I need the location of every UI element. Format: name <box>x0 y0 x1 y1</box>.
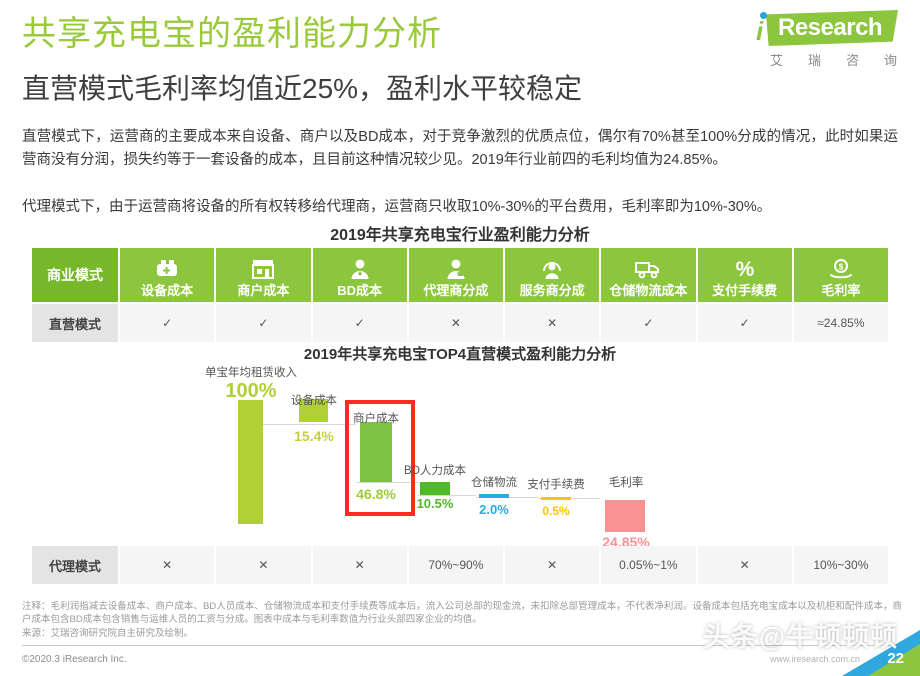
section-title: 2019年共享充电宝行业盈利能力分析 <box>330 227 590 244</box>
table-header-label: 商户成本 <box>237 283 290 298</box>
cell-agent-merchant: ✕ <box>216 546 313 584</box>
page-number: 22 <box>887 650 904 667</box>
truck-icon <box>634 256 662 282</box>
table-header-label: 仓储物流成本 <box>609 283 688 298</box>
table-header-payment-fee: % 支付手续费 <box>697 248 794 302</box>
table-header-gross-margin: $ 毛利率 <box>793 248 888 302</box>
footnote-source: 来源：艾瑞咨询研究院自主研究及绘制。 <box>22 628 194 639</box>
cell-agent-logistics: 0.05%~1% <box>601 546 698 584</box>
table-header-label: 支付手续费 <box>712 283 778 298</box>
page-subtitle: 直营模式毛利率均值近25%，盈利水平较稳定 <box>22 73 583 104</box>
hand-money-icon: $ <box>828 256 854 282</box>
page-title: 共享充电宝的盈利能力分析 <box>22 15 442 53</box>
bar-label-rental-revenue: 单宝年均租赁收入 <box>205 367 297 379</box>
cell-direct-service: ✕ <box>505 304 602 342</box>
table-header-merchant-cost: 商户成本 <box>216 248 313 302</box>
bar-rental-revenue <box>238 400 263 524</box>
bar-value-device-cost: 15.4% <box>294 428 334 444</box>
person-agent-icon <box>445 256 467 282</box>
cell-agent-service: ✕ <box>505 546 602 584</box>
logo-chinese-name: 艾 瑞 咨 询 <box>770 50 898 69</box>
row-label-agent-mode: 代理模式 <box>32 546 120 584</box>
logo-cn-char-1: 瑞 <box>807 53 822 68</box>
cell-direct-payment: ✓ <box>698 304 794 342</box>
shop-icon <box>251 256 275 282</box>
iresearch-logo: i Research 艾 瑞 咨 询 <box>748 8 898 68</box>
paragraph-direct-mode: 直营模式下，运营商的主要成本来自设备、商户以及BD成本，对于竞争激烈的优质点位，… <box>22 129 898 168</box>
charging-device-icon <box>154 256 180 282</box>
chart-title: 2019年共享充电宝TOP4直营模式盈利能力分析 <box>303 346 617 363</box>
corner-decoration <box>842 630 920 676</box>
cell-agent-margin: 10%~30% <box>813 558 869 572</box>
logo-wordmark: Research <box>778 14 883 41</box>
person-tie-icon <box>349 256 371 282</box>
cell-agent-device: ✕ <box>120 546 217 584</box>
table-header-label: 代理商分成 <box>423 283 489 298</box>
percent-icon: % <box>733 256 757 282</box>
table-header-logistics-cost: 仓储物流成本 <box>601 248 698 302</box>
cell-direct-device: ✓ <box>120 304 217 342</box>
slide-page: 共享充电宝的盈利能力分析 直营模式毛利率均值近25%，盈利水平较稳定 i Res… <box>0 0 920 676</box>
waterfall-chart: 单宝年均租赁收入 100% 设备成本 15.4% 商户成本 46.8% BD人力… <box>180 362 740 550</box>
table-header-label: 服务商分成 <box>519 283 585 298</box>
logo-mark: i Research <box>748 8 898 50</box>
table-row: 代理模式 ✕ ✕ ✕ 70%~90% ✕ 0.05%~1% ✕ 10%~30% <box>32 546 888 584</box>
logo-cn-char-3: 询 <box>883 53 898 68</box>
table-header-service-share: 服务商分成 <box>505 248 602 302</box>
footnotes: 注释：毛利润指减去设备成本、商户成本、BD人员成本、仓储物流成本和支付手续费等成… <box>22 600 902 640</box>
cell-direct-merchant: ✓ <box>216 304 313 342</box>
bar-gross-margin <box>605 500 645 532</box>
cell-direct-logistics: ✓ <box>601 304 698 342</box>
bar-value-payment-fee: 0.5% <box>542 504 570 518</box>
table-row: 直营模式 ✓ ✓ ✓ ✕ ✕ ✓ ✓ ≈24.85% <box>32 302 888 342</box>
table-header-label: 设备成本 <box>141 283 194 298</box>
table-header-row: 商业模式 设备成本 商户成本 BD成本 代理商分成 服务商分成 仓储物流成本 %… <box>32 248 888 302</box>
footnote-note: 注释：毛利润指减去设备成本、商户成本、BD人员成本、仓储物流成本和支付手续费等成… <box>22 601 902 625</box>
table-header-bd-cost: BD成本 <box>312 248 409 302</box>
paragraph-agent-mode: 代理模式下，由于运营商将设备的所有权转移给代理商，运营商只收取10%-30%的平… <box>22 199 772 215</box>
person-service-icon <box>540 256 564 282</box>
copyright-text: ©2020.3 iResearch Inc. <box>22 654 127 665</box>
cell-agent-bd: ✕ <box>313 546 409 584</box>
logo-cn-char-2: 咨 <box>845 53 860 68</box>
cell-direct-agent: ✕ <box>409 304 505 342</box>
row-label-direct-mode: 直营模式 <box>32 304 120 342</box>
cell-agent-agentshare: 70%~90% <box>409 546 505 584</box>
bar-payment-fee <box>541 497 571 500</box>
agent-mode-table: 代理模式 ✕ ✕ ✕ 70%~90% ✕ 0.05%~1% ✕ 10%~30% <box>32 546 888 584</box>
table-header-agent-share: 代理商分成 <box>408 248 505 302</box>
bar-logistics <box>479 494 509 498</box>
logo-cn-char-0: 艾 <box>770 53 785 68</box>
table-header-device-cost: 设备成本 <box>120 248 217 302</box>
table-header-label: 毛利率 <box>821 283 861 298</box>
cell-direct-bd: ✓ <box>313 304 409 342</box>
connector-line-1 <box>263 424 299 425</box>
svg-text:$: $ <box>839 263 844 272</box>
table-header-label: BD成本 <box>337 283 383 298</box>
cell-agent-payment: ✕ <box>698 546 794 584</box>
table-header-business-mode: 商业模式 <box>32 248 120 302</box>
profitability-table: 商业模式 设备成本 商户成本 BD成本 代理商分成 服务商分成 仓储物流成本 %… <box>32 248 888 342</box>
footer-divider <box>22 645 898 646</box>
bar-label-gross-margin: 毛利率 <box>608 477 644 489</box>
logo-letter-i: i <box>756 16 764 46</box>
table-header-label: 商业模式 <box>47 267 103 283</box>
cell-direct-margin: ≈24.85% <box>817 316 865 330</box>
svg-text:%: % <box>735 258 754 281</box>
